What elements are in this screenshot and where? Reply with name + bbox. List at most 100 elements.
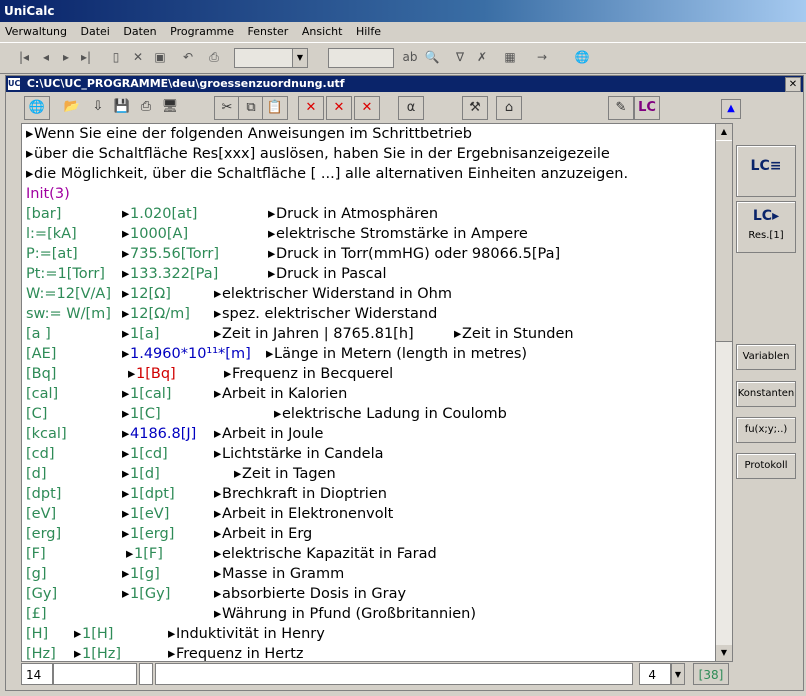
print-preview-icon[interactable]: 🖥 [158, 96, 182, 118]
line-number-field: 14 [21, 663, 53, 685]
close-icon[interactable]: ✕ [785, 77, 801, 92]
new-icon[interactable]: ▯ [106, 47, 126, 67]
menu-datei[interactable]: Datei [76, 22, 115, 42]
uc-program-icon[interactable]: LC [634, 96, 660, 120]
arrow-icon: ▸ [234, 466, 242, 482]
unit-value: 1[H] [82, 626, 114, 642]
unit-description: Lichtstärke in Candela [222, 446, 384, 462]
clear-filter-icon[interactable]: ✗ [472, 47, 492, 67]
last-record-icon[interactable]: ▸| [76, 47, 96, 67]
menu-fenster[interactable]: Fenster [243, 22, 294, 42]
unit-value: 4186.8[J] [130, 426, 197, 442]
document-toolbar: 🌐 📂 ⇩ 💾 ⎙ 🖥 ✂ ⧉ 📋 ✕ ✕ ✕ α ⚒ ⌂ ✎ LC [6, 93, 736, 121]
unit-expression: W:=12[V/A] [26, 286, 112, 302]
arrow-icon: ▸ [268, 206, 276, 222]
arrow-icon: ▸ [74, 646, 82, 662]
print-icon[interactable]: ⎙ [204, 47, 224, 67]
arrow-icon: ▸ [126, 546, 134, 562]
find-icon[interactable]: 🔍 [422, 47, 442, 67]
menu-daten[interactable]: Daten [118, 22, 161, 42]
unit-expression: [cd] [26, 446, 55, 462]
unit-expression: [F] [26, 546, 46, 562]
unit-value: 1.4960*10¹¹*[m] [130, 346, 251, 362]
filter-icon[interactable]: ∇ [450, 47, 470, 67]
arrow-icon: ▸ [122, 406, 130, 422]
remove-left-icon[interactable]: ✕ [298, 96, 324, 120]
unit-value: 1[g] [130, 566, 160, 582]
arrow-icon: ▸ [266, 346, 274, 362]
menu-verwaltung[interactable]: Verwaltung [0, 22, 72, 42]
toolbar-field[interactable] [328, 48, 394, 68]
uc-expand-button[interactable]: LC≡ [736, 145, 796, 197]
chevron-down-icon[interactable]: ▼ [671, 663, 685, 685]
scroll-top-icon[interactable]: ▲ [721, 99, 741, 119]
unit-description: Brechkraft in Dioptrien [222, 486, 387, 502]
print-icon[interactable]: ⎙ [134, 96, 158, 118]
unit-value: 1[F] [134, 546, 163, 562]
cut-icon[interactable]: ✂ [214, 96, 240, 120]
toolbar-combo[interactable]: ▼ [234, 48, 308, 68]
globe-icon[interactable]: 🌐 [24, 96, 50, 120]
unit-expression: [C] [26, 406, 48, 422]
globe-add-icon[interactable]: 🌐 [572, 47, 592, 67]
undo-icon[interactable]: ↶ [178, 47, 198, 67]
save-disk-icon[interactable]: 💾 [110, 96, 134, 118]
alpha-icon[interactable]: α [398, 96, 424, 120]
menu-hilfe[interactable]: Hilfe [351, 22, 386, 42]
prev-record-icon[interactable]: ◂ [36, 47, 56, 67]
scroll-down-icon[interactable]: ▼ [716, 645, 732, 661]
remove-right-icon[interactable]: ✕ [354, 96, 380, 120]
save-icon[interactable]: ▣ [150, 47, 170, 67]
unit-expression: Pt:=1[Torr] [26, 266, 105, 282]
variablen-button[interactable]: Variablen [736, 344, 796, 370]
unit-description: Länge in Metern (length in metres) [274, 346, 528, 362]
arrow-icon: ▸ [122, 326, 130, 342]
function-button[interactable]: fu(x;y;..) [736, 417, 796, 443]
table-icon[interactable]: ▦ [500, 47, 520, 67]
paste-icon[interactable]: 📋 [262, 96, 288, 120]
scrollbar-thumb[interactable] [716, 140, 732, 342]
res-label: Res.[1] [748, 230, 784, 241]
delete-icon[interactable]: ✕ [128, 47, 148, 67]
protokoll-button[interactable]: Protokoll [736, 453, 796, 479]
tools-icon[interactable]: ⚒ [462, 96, 488, 120]
arrow-icon: ▸ [74, 626, 82, 642]
chevron-down-icon[interactable]: ▼ [292, 49, 307, 67]
brush-icon[interactable]: ✎ [608, 96, 634, 120]
unit-expression: P:=[at] [26, 246, 78, 262]
scroll-up-icon[interactable]: ▲ [716, 124, 732, 140]
open-folder-icon[interactable]: 📂 [60, 96, 84, 118]
editor-area[interactable]: ▸ Wenn Sie eine der folgenden Anweisungen… [21, 123, 717, 662]
res-button[interactable]: LC▸ Res.[1] [736, 201, 796, 253]
unit-expression: [Gy] [26, 586, 58, 602]
unit-value: 735.56[Torr] [130, 246, 219, 262]
arrow-icon: ▸ [122, 506, 130, 522]
status-field-2 [53, 663, 137, 685]
status-combo[interactable]: 4 [639, 663, 671, 685]
menu-ansicht[interactable]: Ansicht [297, 22, 348, 42]
arrow-icon: ▸ [268, 226, 276, 242]
arrow-icon: ▸ [454, 326, 462, 342]
next-record-icon[interactable]: ▸ [56, 47, 76, 67]
unit-description: spez. elektrischer Widerstand [222, 306, 438, 322]
save-as-icon[interactable]: ⇩ [86, 96, 110, 118]
arrow-icon: ▸ [214, 606, 222, 622]
unit-description: Zeit in Stunden [462, 326, 574, 342]
search-replace-icon[interactable]: ab [400, 47, 420, 67]
insert-icon[interactable]: → [532, 47, 552, 67]
copy-icon[interactable]: ⧉ [238, 96, 264, 120]
camera-icon[interactable]: ⌂ [496, 96, 522, 120]
remove-icon[interactable]: ✕ [326, 96, 352, 120]
arrow-icon: ▸ [214, 426, 222, 442]
menu-programme[interactable]: Programme [165, 22, 239, 42]
unit-expression: [eV] [26, 506, 57, 522]
unit-value: 1[Bq] [136, 366, 176, 382]
unit-description: Zeit in Tagen [242, 466, 336, 482]
first-record-icon[interactable]: |◂ [14, 47, 34, 67]
unit-description: Arbeit in Joule [222, 426, 324, 442]
vertical-scrollbar[interactable]: ▲ ▼ [715, 123, 733, 662]
unit-expression: [£] [26, 606, 47, 622]
main-toolbar: |◂ ◂ ▸ ▸| ▯ ✕ ▣ ↶ ⎙ ▼ ab 🔍 ∇ ✗ ▦ → 🌐 [0, 42, 806, 74]
konstanten-button[interactable]: Konstanten [736, 381, 796, 407]
arrow-icon: ▸ [122, 566, 130, 582]
